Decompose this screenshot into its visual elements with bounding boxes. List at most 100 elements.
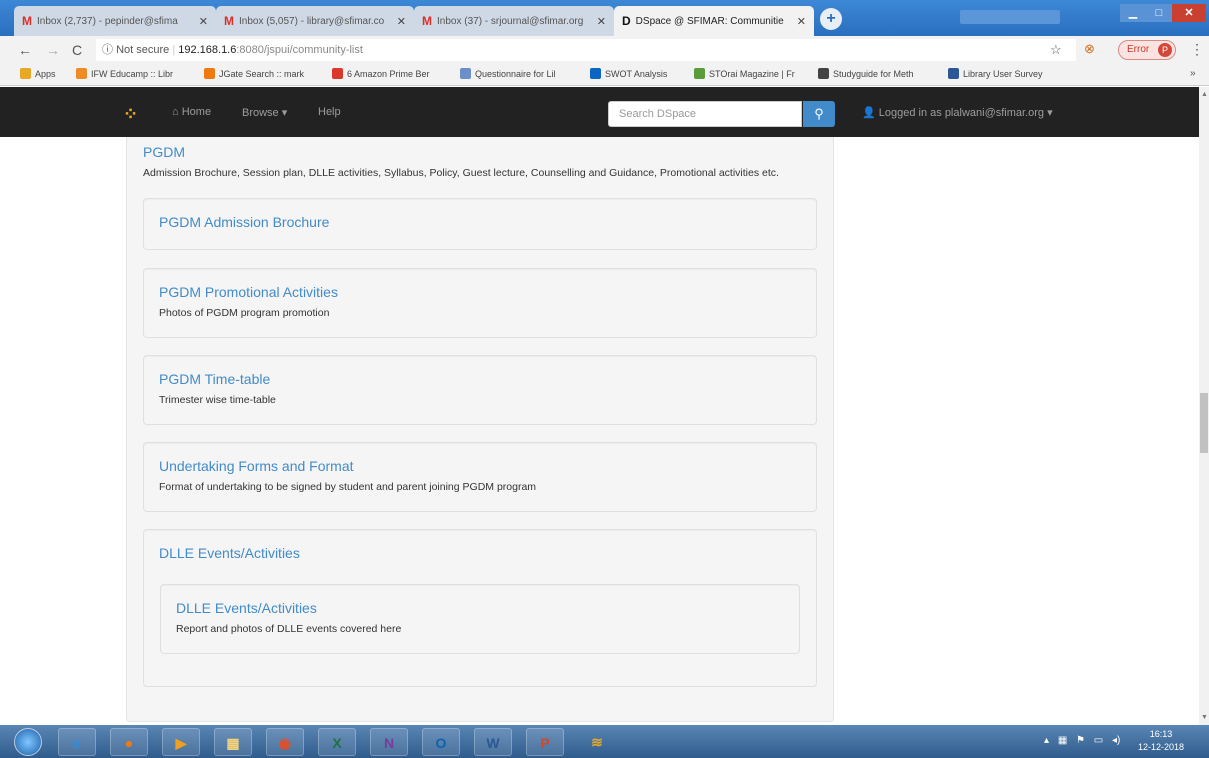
- close-tab-icon[interactable]: ✕: [199, 15, 208, 28]
- nested-collection-card: DLLE Events/Activities Report and photos…: [160, 584, 800, 654]
- reload-icon[interactable]: C: [72, 42, 82, 58]
- nav-browse[interactable]: Browse ▾: [242, 106, 287, 119]
- file-explorer-icon[interactable]: ▦: [214, 728, 252, 756]
- avatar: P: [1158, 43, 1172, 57]
- profile-name-box[interactable]: [960, 10, 1060, 24]
- bookmark-item[interactable]: 6 Amazon Prime Ber: [332, 68, 430, 79]
- error-button[interactable]: Error P: [1118, 40, 1176, 60]
- nav-home[interactable]: ⌂ Home: [172, 106, 211, 118]
- bookmark-item[interactable]: Library User Survey: [948, 68, 1043, 79]
- bookmark-icon: [20, 68, 31, 79]
- subcommunity-link[interactable]: PGDM Promotional Activities: [159, 284, 338, 300]
- clock-date: 12-12-2018: [1138, 742, 1185, 752]
- info-icon[interactable]: ⓘ: [102, 44, 113, 56]
- address-bar-row: ← → C ⓘ Not secure | 192.168.1.6:8080/js…: [0, 36, 1209, 64]
- bookmark-item[interactable]: Studyguide for Meth: [818, 68, 914, 79]
- user-icon: 👤: [862, 107, 876, 119]
- browser-tab-strip: M Inbox (2,737) - pepinder@sfima ✕ M Inb…: [0, 0, 1209, 36]
- stack-app-icon[interactable]: ≋: [578, 728, 616, 756]
- tab-inbox-pepinder[interactable]: M Inbox (2,737) - pepinder@sfima ✕: [14, 6, 216, 36]
- page-scrollbar[interactable]: ▲ ▼: [1199, 87, 1209, 725]
- close-window-button[interactable]: ✕: [1172, 4, 1206, 22]
- nav-help[interactable]: Help: [318, 106, 341, 118]
- subcommunity-link[interactable]: Undertaking Forms and Format: [159, 458, 354, 474]
- subcommunity-card: PGDM Promotional Activities Photos of PG…: [143, 268, 817, 338]
- search-icon: ⚲: [814, 106, 824, 121]
- search-button[interactable]: ⚲: [803, 101, 835, 127]
- search-input[interactable]: Search DSpace: [608, 101, 802, 127]
- dspace-logo-icon[interactable]: ⁘: [123, 104, 138, 125]
- bookmark-item[interactable]: SWOT Analysis: [590, 68, 667, 79]
- chrome-icon[interactable]: ◉: [266, 728, 304, 756]
- subcommunity-description: Photos of PGDM program promotion: [159, 307, 330, 319]
- bookmark-icon: [818, 68, 829, 79]
- community-title-link[interactable]: PGDM: [143, 144, 185, 160]
- show-hidden-icons-icon[interactable]: ▴: [1044, 735, 1049, 746]
- subcommunity-card: Undertaking Forms and Format Format of u…: [143, 442, 817, 512]
- subcommunity-card: PGDM Admission Brochure: [143, 198, 817, 250]
- outlook-icon[interactable]: O: [422, 728, 460, 756]
- tab-inbox-library[interactable]: M Inbox (5,057) - library@sfimar.co ✕: [216, 6, 414, 36]
- scrollbar-thumb[interactable]: [1200, 393, 1208, 453]
- forward-arrow-icon[interactable]: →: [46, 42, 60, 58]
- gmail-icon: M: [224, 14, 234, 28]
- media-player-icon[interactable]: ▶: [162, 728, 200, 756]
- more-bookmarks-icon[interactable]: »: [1190, 68, 1196, 79]
- close-tab-icon[interactable]: ✕: [397, 15, 406, 28]
- bookmark-item[interactable]: Questionnaire for Lil: [460, 68, 556, 79]
- tab-inbox-srjournal[interactable]: M Inbox (37) - srjournal@sfimar.org ✕: [414, 6, 614, 36]
- subcommunity-description: Format of undertaking to be signed by st…: [159, 481, 537, 493]
- subcommunity-description: Trimester wise time-table: [159, 394, 276, 406]
- subcommunity-link[interactable]: DLLE Events/Activities: [159, 545, 300, 561]
- scroll-up-icon[interactable]: ▲: [1201, 91, 1208, 98]
- subcommunity-link[interactable]: PGDM Time-table: [159, 371, 270, 387]
- url-input[interactable]: ⓘ Not secure | 192.168.1.6:8080/jspui/co…: [96, 39, 1076, 61]
- community-description: Admission Brochure, Session plan, DLLE a…: [143, 167, 779, 179]
- url-path: :8080/jspui/community-list: [236, 44, 363, 56]
- tab-dspace-communities[interactable]: D DSpace @ SFIMAR: Communitie ✕: [614, 6, 814, 36]
- scroll-down-icon[interactable]: ▼: [1201, 714, 1208, 721]
- bookmarks-bar: Apps IFW Educamp :: Libr JGate Search :: m…: [0, 64, 1209, 86]
- dspace-navbar: ⁘ ⌂ Home Browse ▾ Help Search DSpace ⚲ 👤…: [0, 87, 1199, 137]
- minimize-button[interactable]: ▁: [1120, 4, 1146, 22]
- bookmark-icon: [590, 68, 601, 79]
- ie-icon[interactable]: e: [58, 728, 96, 756]
- subcommunity-link[interactable]: PGDM Admission Brochure: [159, 214, 329, 230]
- user-menu[interactable]: 👤 Logged in as plalwani@sfimar.org ▾: [862, 106, 1053, 119]
- bookmark-icon: [332, 68, 343, 79]
- monitor-icon[interactable]: ▭: [1094, 735, 1103, 746]
- bookmark-item[interactable]: IFW Educamp :: Libr: [76, 68, 173, 79]
- system-tray: ▴ ▦ ⚑ ▭ ◂): [1044, 735, 1120, 746]
- new-tab-button[interactable]: +: [820, 8, 842, 30]
- collection-description: Report and photos of DLLE events covered…: [176, 623, 402, 635]
- powerpoint-icon[interactable]: P: [526, 728, 564, 756]
- url-host: 192.168.1.6: [178, 44, 237, 56]
- menu-kebab-icon[interactable]: ⋮: [1190, 41, 1204, 58]
- bookmark-item[interactable]: Apps: [20, 68, 56, 79]
- close-tab-icon[interactable]: ✕: [797, 15, 806, 28]
- collection-link[interactable]: DLLE Events/Activities: [176, 600, 317, 616]
- excel-icon[interactable]: X: [318, 728, 356, 756]
- maximize-button[interactable]: □: [1146, 4, 1172, 22]
- caret-down-icon: ▾: [281, 107, 288, 119]
- bookmark-star-icon[interactable]: ☆: [1050, 42, 1062, 58]
- bookmark-icon: [694, 68, 705, 79]
- onenote-icon[interactable]: N: [370, 728, 408, 756]
- home-icon: ⌂: [172, 106, 179, 118]
- volume-icon[interactable]: ◂): [1112, 735, 1120, 746]
- clock[interactable]: 16:13 12-12-2018: [1138, 728, 1184, 754]
- bookmark-item[interactable]: STOrai Magazine | Fr: [694, 68, 795, 79]
- bookmark-icon: [76, 68, 87, 79]
- extension-icon[interactable]: ⊗: [1084, 41, 1095, 57]
- flag-icon[interactable]: ⚑: [1076, 735, 1085, 746]
- start-button[interactable]: [14, 728, 42, 756]
- security-label: Not secure: [116, 44, 170, 56]
- close-tab-icon[interactable]: ✕: [597, 15, 606, 28]
- word-icon[interactable]: W: [474, 728, 512, 756]
- bookmark-item[interactable]: JGate Search :: mark: [204, 68, 304, 79]
- bookmark-icon: [948, 68, 959, 79]
- network-icon[interactable]: ▦: [1058, 735, 1067, 746]
- caret-down-icon: ▾: [1047, 107, 1053, 119]
- back-arrow-icon[interactable]: ←: [18, 42, 32, 58]
- firefox-icon[interactable]: ●: [110, 728, 148, 756]
